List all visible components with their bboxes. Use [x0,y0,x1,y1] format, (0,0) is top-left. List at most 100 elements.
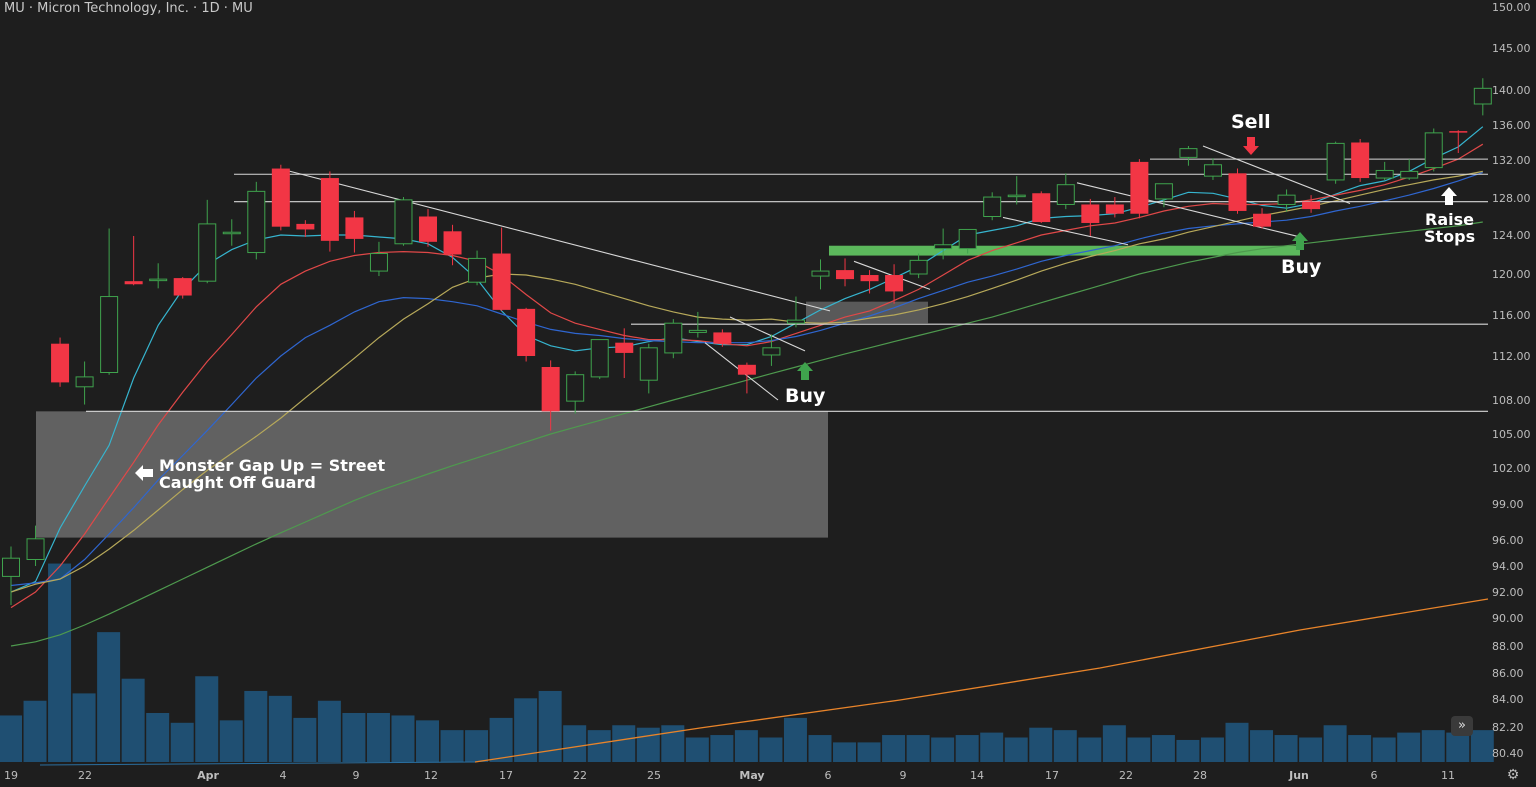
price-tick-label: 88.00 [1492,640,1524,653]
candlestick [394,197,413,246]
price-chart[interactable]: Monster Gap Up = Street Caught Off Guard… [0,0,1536,787]
candle-body [492,253,511,310]
time-tick-label: 9 [900,769,907,782]
candle-body [1400,170,1419,179]
candle-body [713,332,732,344]
candle-body [1105,204,1124,214]
volume-bar [23,700,47,762]
candle-body [1253,213,1272,227]
candle-body [1351,142,1370,179]
candle-body [639,347,658,381]
volume-bar [195,676,219,762]
volume-bar [882,735,906,762]
volume-bar [1348,735,1372,762]
candle-body [124,281,143,285]
price-tick-label: 90.00 [1492,612,1524,625]
volume-bar [685,737,709,762]
candle-body [419,216,438,242]
buy-label-1: Buy [785,385,826,407]
candle-body [983,196,1002,218]
candle-body [369,253,388,272]
volume-bar [1176,739,1200,762]
price-tick-label: 140.00 [1492,84,1531,97]
raise-stops-line2: Stops [1424,227,1475,246]
time-tick-label: 25 [647,769,661,782]
gap-note-line2: Caught Off Guard [159,473,316,492]
volume-bar [391,715,415,762]
price-tick-label: 124.00 [1492,229,1531,242]
price-tick-label: 99.00 [1492,498,1524,511]
candle-body [468,257,487,283]
volume-bar [1299,737,1323,762]
candle-body [517,308,536,356]
candle-body [1081,204,1100,223]
volume-bar [759,737,783,762]
candle-body [664,322,683,354]
time-tick-label: 17 [499,769,513,782]
candle-body [222,231,241,235]
volume-bar [293,717,317,762]
candle-body [1130,161,1149,214]
volume-bar [636,727,660,762]
candlestick [1130,159,1149,219]
volume-bar [268,695,292,762]
settings-gear-icon[interactable]: ⚙ [1504,766,1522,784]
volume-bar [489,717,513,762]
buy-label-2: Buy [1281,256,1322,278]
price-tick-label: 84.00 [1492,693,1524,706]
price-tick-label: 112.00 [1492,350,1531,363]
candle-body [443,231,462,255]
candlestick [1228,168,1247,214]
volume-bar [931,737,955,762]
price-tick-label: 116.00 [1492,309,1531,322]
candle-body [173,278,192,296]
volume-bar [1029,727,1053,762]
price-tick-label: 80.40 [1492,747,1524,760]
volume-bar [980,732,1004,762]
time-tick-label: 12 [424,769,438,782]
candlestick [664,319,683,359]
candlestick [1424,128,1443,172]
candle-body [2,557,20,577]
volume-bar [1225,722,1249,762]
volume-bar [514,698,538,762]
volume-bar [1004,737,1028,762]
volume-bar [857,742,881,762]
candle-body [271,168,290,227]
candle-body [934,244,953,250]
time-tick-label: 17 [1045,769,1059,782]
volume-bar [833,742,857,762]
candle-body [786,319,805,324]
price-tick-label: 136.00 [1492,119,1531,132]
candle-body [811,270,830,277]
candlestick [173,277,192,299]
candle-body [296,223,315,230]
candle-body [1326,142,1345,181]
volume-bar [1127,737,1151,762]
chart-title: MU · Micron Technology, Inc. · 1D · MU [4,1,253,16]
candle-body [615,342,634,353]
volume-bar [72,693,96,762]
candlestick [1351,139,1370,182]
candle-body [247,190,266,254]
sell-label: Sell [1231,111,1271,133]
volume-bar [1274,735,1298,762]
volume-bar [97,632,121,762]
candle-body [75,376,94,388]
scroll-to-latest-button[interactable]: » [1451,716,1473,736]
time-tick-label: 9 [353,769,360,782]
time-tick-label: Apr [197,769,219,782]
candle-body [1032,193,1051,223]
candle-body [320,178,339,241]
time-tick-label: 28 [1193,769,1207,782]
price-tick-label: 94.00 [1492,560,1524,573]
candle-body [1449,131,1468,133]
candle-body [100,296,119,373]
candle-body [51,343,70,383]
candlestick [590,339,609,380]
volume-bar [1053,730,1077,762]
volume-bar [1397,732,1421,762]
volume-bar [1250,730,1274,762]
volume-bar [808,735,832,762]
candle-body [1056,184,1075,205]
